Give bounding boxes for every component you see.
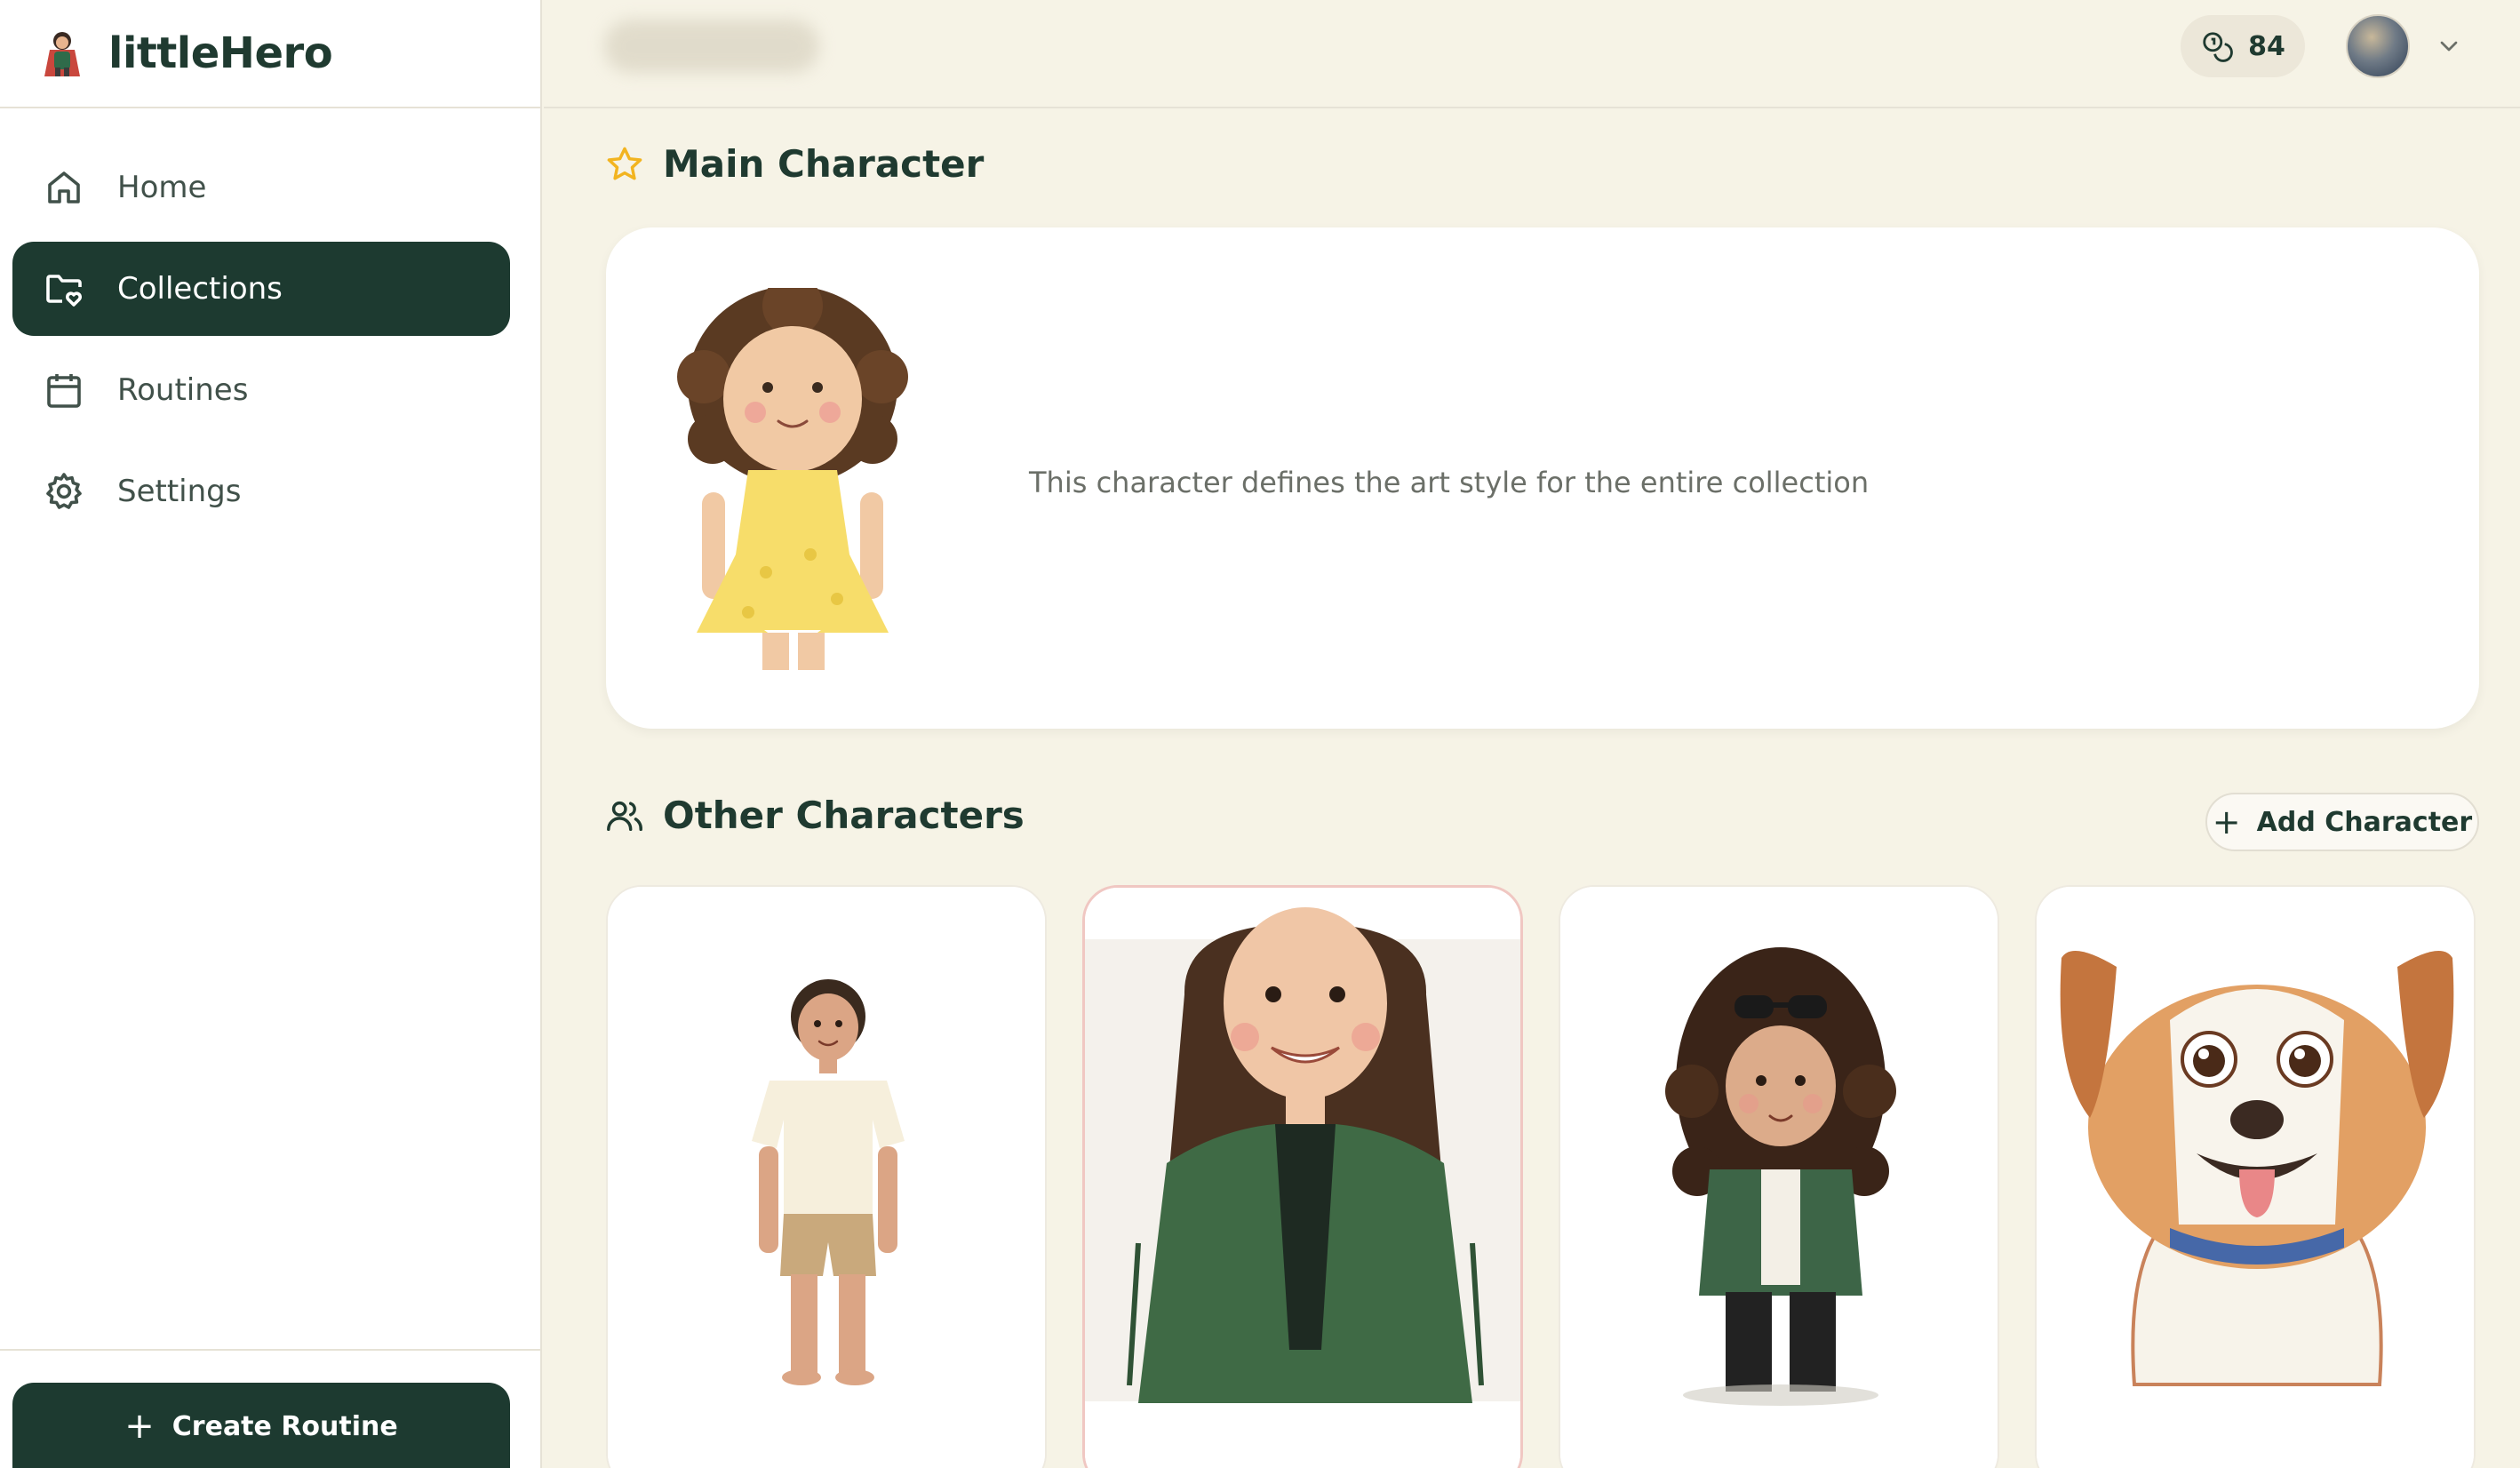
main-character-header: Main Character bbox=[604, 142, 984, 186]
main-character-card[interactable]: This character defines the art style for… bbox=[606, 227, 2479, 729]
sidebar-item-collections[interactable]: Collections bbox=[12, 242, 510, 336]
blurred-collection-title bbox=[604, 20, 819, 73]
character-card-boy[interactable] bbox=[606, 885, 1047, 1468]
add-character-label: Add Character bbox=[2256, 806, 2473, 838]
coins-icon bbox=[2203, 32, 2233, 62]
character-image bbox=[608, 887, 1045, 1468]
other-characters-header: Other Characters bbox=[604, 794, 1025, 837]
credits-badge[interactable]: 84 bbox=[2181, 15, 2305, 77]
sidebar-item-routines[interactable]: Routines bbox=[12, 343, 510, 437]
calendar-icon bbox=[47, 374, 81, 408]
sidebar-item-label: Settings bbox=[117, 474, 242, 509]
users-icon bbox=[607, 801, 642, 831]
sidebar-item-label: Collections bbox=[117, 271, 283, 307]
brand-name: littleHero bbox=[108, 28, 333, 78]
main-character-description: This character defines the art style for… bbox=[1029, 466, 1870, 499]
folder-heart-icon bbox=[46, 275, 82, 307]
plus-icon: + bbox=[2212, 802, 2241, 842]
sidebar: littleHero Home Collections Routines Set… bbox=[0, 0, 542, 1468]
gear-icon bbox=[46, 473, 82, 509]
add-character-button[interactable]: + Add Character bbox=[2205, 793, 2479, 851]
character-card-girl[interactable] bbox=[1559, 885, 1999, 1468]
sidebar-item-home[interactable]: Home bbox=[12, 140, 510, 235]
create-routine-button[interactable]: + Create Routine bbox=[12, 1383, 510, 1468]
character-image bbox=[2037, 887, 2474, 1468]
create-routine-label: Create Routine bbox=[171, 1410, 398, 1442]
avatar[interactable] bbox=[2346, 14, 2410, 78]
character-image bbox=[1560, 887, 1998, 1468]
sidebar-footer: + Create Routine bbox=[0, 1349, 540, 1468]
character-card-woman[interactable] bbox=[1082, 885, 1523, 1468]
hero-logo-icon bbox=[44, 32, 80, 76]
chevron-down-icon[interactable] bbox=[2435, 32, 2463, 60]
plus-icon: + bbox=[124, 1406, 155, 1447]
sidebar-item-label: Home bbox=[117, 170, 207, 205]
section-title: Main Character bbox=[663, 142, 985, 186]
star-icon bbox=[607, 147, 642, 180]
sidebar-item-label: Routines bbox=[117, 372, 249, 408]
top-bar: 84 bbox=[544, 0, 2520, 108]
credits-count: 84 bbox=[2248, 30, 2285, 62]
brand[interactable]: littleHero bbox=[0, 0, 540, 108]
character-card-dog[interactable] bbox=[2035, 885, 2476, 1468]
character-image bbox=[1085, 888, 1520, 1468]
sidebar-item-settings[interactable]: Settings bbox=[12, 444, 510, 539]
section-title: Other Characters bbox=[663, 794, 1025, 837]
home-icon bbox=[48, 172, 80, 203]
main-character-image bbox=[659, 288, 979, 670]
